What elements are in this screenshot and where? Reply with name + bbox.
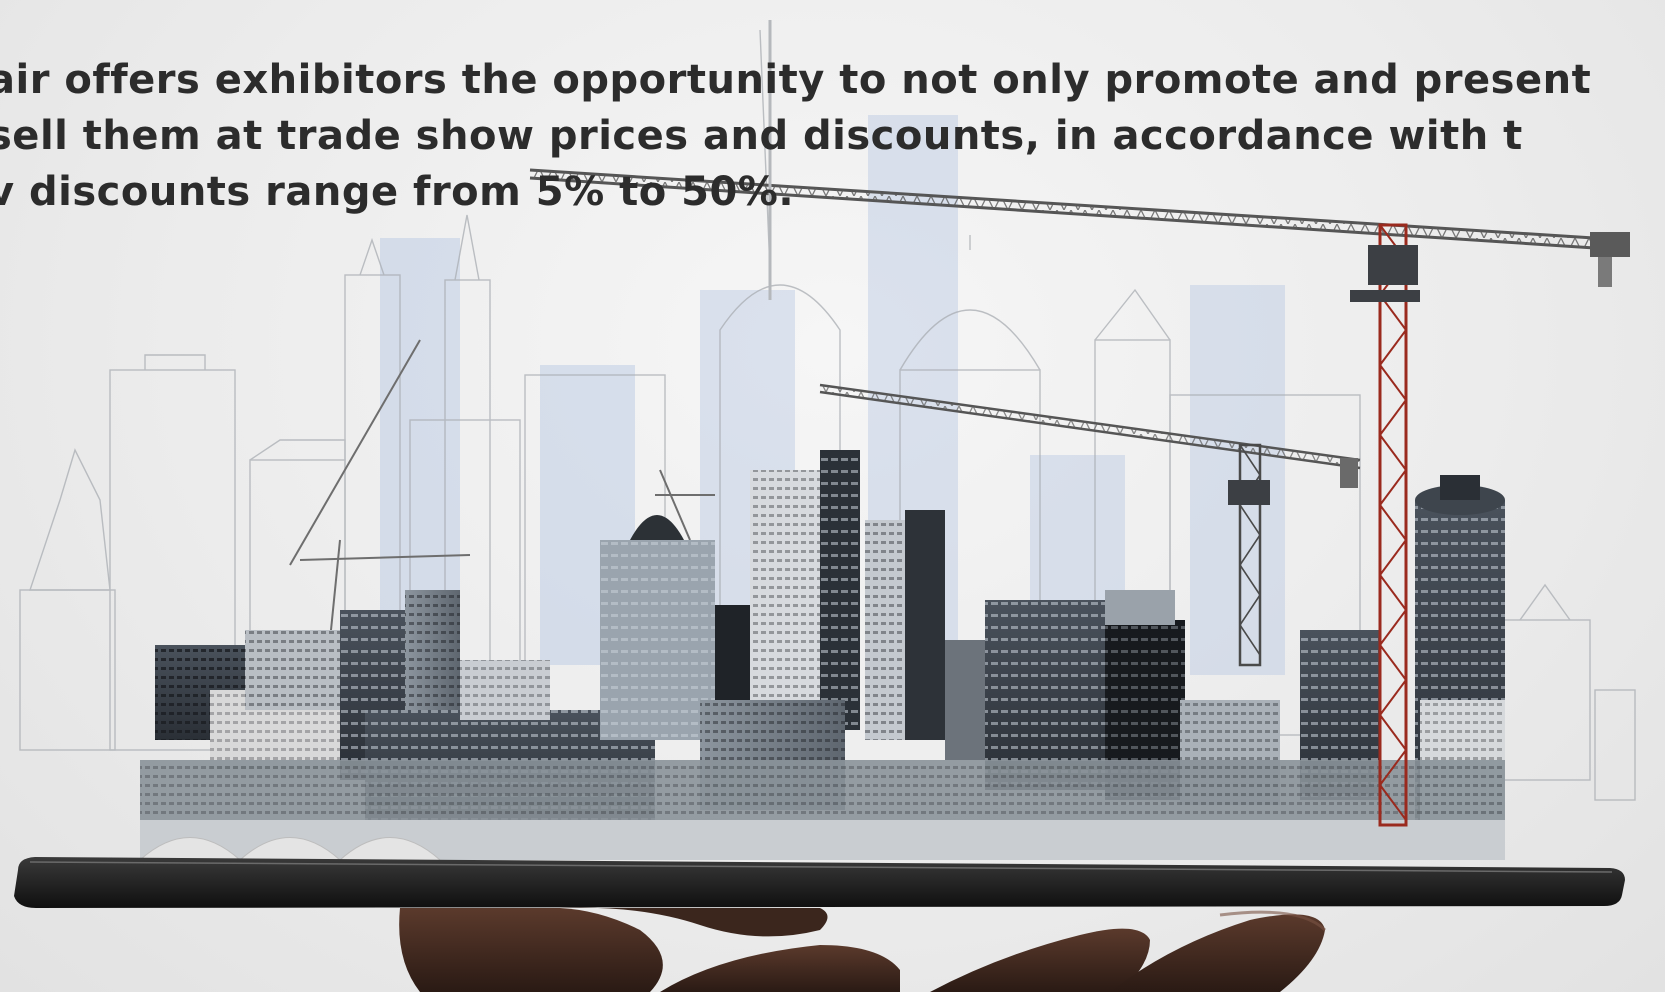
hand-holding-tablet bbox=[399, 907, 1327, 992]
hero-banner: air offers exhibitors the opportunity to… bbox=[0, 0, 1665, 992]
promo-text: air offers exhibitors the opportunity to… bbox=[0, 52, 1665, 220]
promo-text-line-3: v discounts range from 5% to 50%. bbox=[0, 169, 795, 215]
promo-text-line-2: sell them at trade show prices and disco… bbox=[0, 113, 1523, 159]
tablet-device bbox=[14, 857, 1625, 908]
promo-text-line-1: air offers exhibitors the opportunity to… bbox=[0, 57, 1592, 103]
